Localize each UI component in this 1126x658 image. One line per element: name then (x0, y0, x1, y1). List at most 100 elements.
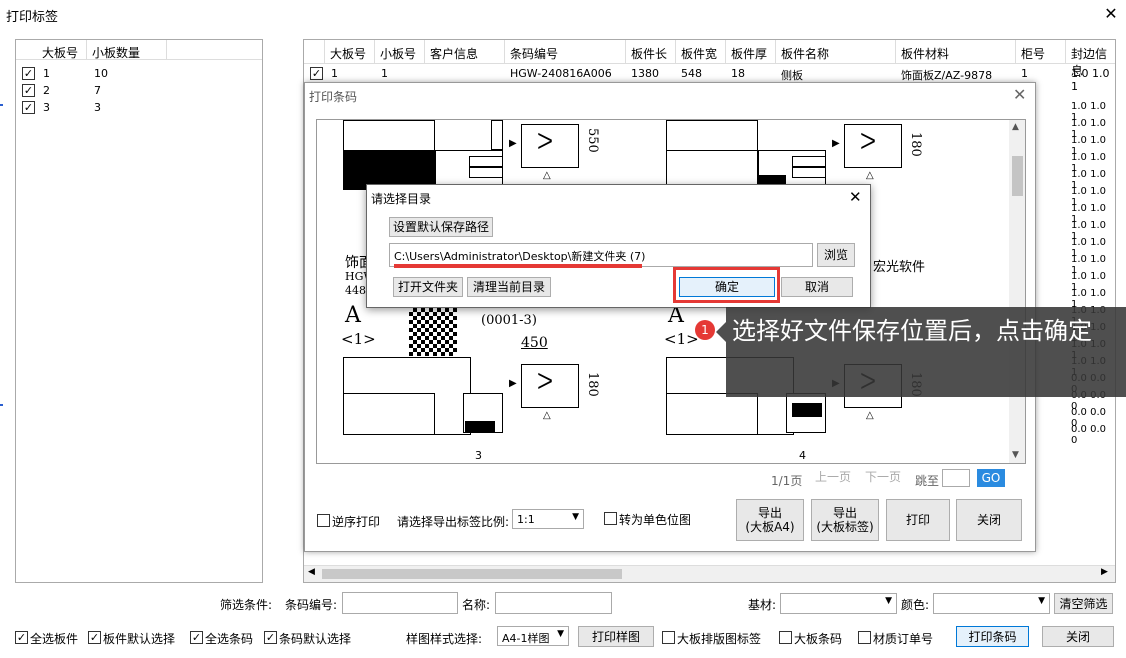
ratio-value: 1:1 (517, 513, 535, 526)
close-icon[interactable]: ✕ (1013, 85, 1026, 104)
material-no-label: 材质订单号 (873, 632, 934, 646)
arrow-up-icon: △ (866, 170, 874, 181)
cell-name: 侧板 (781, 69, 803, 82)
big-code-label: 大板条码 (794, 632, 843, 646)
page-input[interactable] (942, 469, 970, 487)
header-big-board: 大板号 (330, 47, 367, 61)
row-count: 7 (94, 84, 101, 97)
code-input[interactable] (342, 592, 458, 614)
window-titlebar: 打印标签 ✕ (0, 0, 1126, 30)
edge-marker (0, 104, 3, 106)
close-icon[interactable]: ✕ (1102, 4, 1120, 23)
row-no: 3 (43, 101, 50, 114)
cell-small: 1 (381, 67, 388, 80)
row-no: 1 (43, 67, 50, 80)
cell-length: 1380 (631, 67, 659, 80)
name-input[interactable] (495, 592, 612, 614)
cell-edge: 0.0 0.0 0 (1071, 424, 1106, 446)
label-drawing (666, 120, 826, 192)
parts-default-checkbox[interactable] (88, 631, 101, 644)
header-length: 板件长 (631, 47, 668, 61)
arrow-up-icon: △ (543, 170, 551, 181)
color-label: 颜色: (901, 598, 930, 612)
dialog-close-button[interactable]: 关闭 (956, 499, 1022, 541)
reverse-print-checkbox[interactable] (317, 514, 330, 527)
vertical-scrollbar[interactable]: ▲ ▼ (1009, 120, 1025, 463)
row-checkbox[interactable] (22, 84, 35, 97)
table-row[interactable]: 1 1 HGW-240816A006 1380 548 18 侧板 饰面板Z/A… (304, 65, 1115, 93)
close-icon[interactable]: ✕ (849, 188, 862, 206)
big-layout-checkbox[interactable] (662, 631, 675, 644)
select-folder-dialog: 请选择目录 ✕ 设置默认保存路径 C:\Users\Administrator\… (366, 184, 871, 308)
path-value: C:\Users\Administrator\Desktop\新建文件夹 (7) (394, 250, 646, 263)
base-select[interactable]: ▼ (780, 593, 897, 614)
color-select[interactable]: ▼ (933, 593, 1050, 614)
edge-marker (0, 404, 3, 406)
print-barcode-button[interactable]: 打印条码 (956, 626, 1029, 647)
export-a4-button[interactable]: 导出 (大板A4) (736, 499, 804, 541)
parts-grid-header: 大板号 小板号 客户信息 条码编号 板件长 板件宽 板件厚 板件名称 板件材料 … (304, 40, 1115, 78)
clear-dir-button[interactable]: 清理当前目录 (467, 277, 551, 297)
jump-label: 跳至 (915, 474, 940, 488)
table-row[interactable]: 1 10 (16, 65, 262, 82)
table-row[interactable]: 2 7 (16, 82, 262, 99)
scrollbar-thumb[interactable] (322, 569, 622, 579)
cancel-button[interactable]: 取消 (781, 277, 853, 297)
close-button[interactable]: 关闭 (1042, 626, 1114, 647)
open-folder-button[interactable]: 打开文件夹 (393, 277, 463, 297)
ratio-select[interactable]: 1:1 ▼ (512, 509, 584, 529)
browse-button[interactable]: 浏览 (817, 243, 855, 267)
instruction-tooltip: 选择好文件保存位置后，点击确定 (726, 307, 1126, 397)
material-no-checkbox[interactable] (858, 631, 871, 644)
cell-thickness: 18 (731, 67, 745, 80)
header-small-board: 小板号 (380, 47, 417, 61)
set-default-path-button[interactable]: 设置默认保存路径 (389, 217, 493, 237)
table-row[interactable]: 3 3 (16, 99, 262, 116)
chevron-down-icon: ▼ (1038, 596, 1045, 606)
big-layout-label: 大板排版图标签 (677, 632, 762, 646)
row-checkbox[interactable] (310, 67, 323, 80)
style-value: A4-1样图 (502, 632, 550, 645)
big-code-checkbox[interactable] (779, 631, 792, 644)
chevron-down-icon: ▼ (885, 596, 892, 606)
select-all-codes-checkbox[interactable] (190, 631, 203, 644)
select-all-parts-checkbox[interactable] (15, 631, 28, 644)
codes-default-label: 条码默认选择 (279, 632, 352, 646)
arrow-right-icon: ▶ (509, 378, 517, 389)
big-board-table: 大板号 小板数量 1 10 2 7 3 3 (15, 39, 263, 583)
ratio-label: 请选择导出标签比例: (397, 515, 510, 529)
dialog-title: 打印条码 (309, 90, 358, 104)
print-button[interactable]: 打印 (886, 499, 950, 541)
edge-symbol: ᐳ ▶ △ 180 (509, 360, 609, 425)
dim-label: 180 (585, 372, 600, 397)
edge-icon: ᐳ (860, 130, 877, 155)
mono-checkbox[interactable] (604, 512, 617, 525)
cell-cabinet: 1 (1021, 67, 1028, 80)
style-select[interactable]: A4-1样图 ▼ (497, 626, 569, 646)
folder-dialog-title: 请选择目录 (371, 192, 432, 206)
label-drawing (343, 120, 503, 192)
name-label: 名称: (462, 598, 491, 612)
prev-page-link[interactable]: 上一页 (815, 468, 851, 485)
row-checkbox[interactable] (22, 67, 35, 80)
go-button[interactable]: GO (977, 469, 1005, 487)
export-label-button[interactable]: 导出 (大板标签) (811, 499, 879, 541)
scroll-down-icon[interactable]: ▼ (1012, 450, 1019, 460)
reverse-print-label: 逆序打印 (332, 515, 381, 529)
select-all-codes-label: 全选条码 (205, 632, 254, 646)
scrollbar-thumb[interactable] (1012, 156, 1023, 196)
scroll-up-icon[interactable]: ▲ (1012, 122, 1019, 132)
header-width: 板件宽 (681, 47, 718, 61)
codes-default-checkbox[interactable] (264, 631, 277, 644)
row-count: 10 (94, 67, 108, 80)
header-barcode: 条码编号 (510, 47, 559, 61)
header-material: 板件材料 (901, 47, 950, 61)
clear-filter-button[interactable]: 清空筛选 (1054, 593, 1113, 614)
print-sample-button[interactable]: 打印样图 (578, 626, 654, 647)
horizontal-scrollbar[interactable]: ◀ ▶ (304, 565, 1115, 582)
row-checkbox[interactable] (22, 101, 35, 114)
header-part-name: 板件名称 (781, 47, 830, 61)
scroll-left-icon[interactable]: ◀ (308, 567, 315, 577)
next-page-link[interactable]: 下一页 (865, 468, 901, 485)
scroll-right-icon[interactable]: ▶ (1101, 567, 1108, 577)
